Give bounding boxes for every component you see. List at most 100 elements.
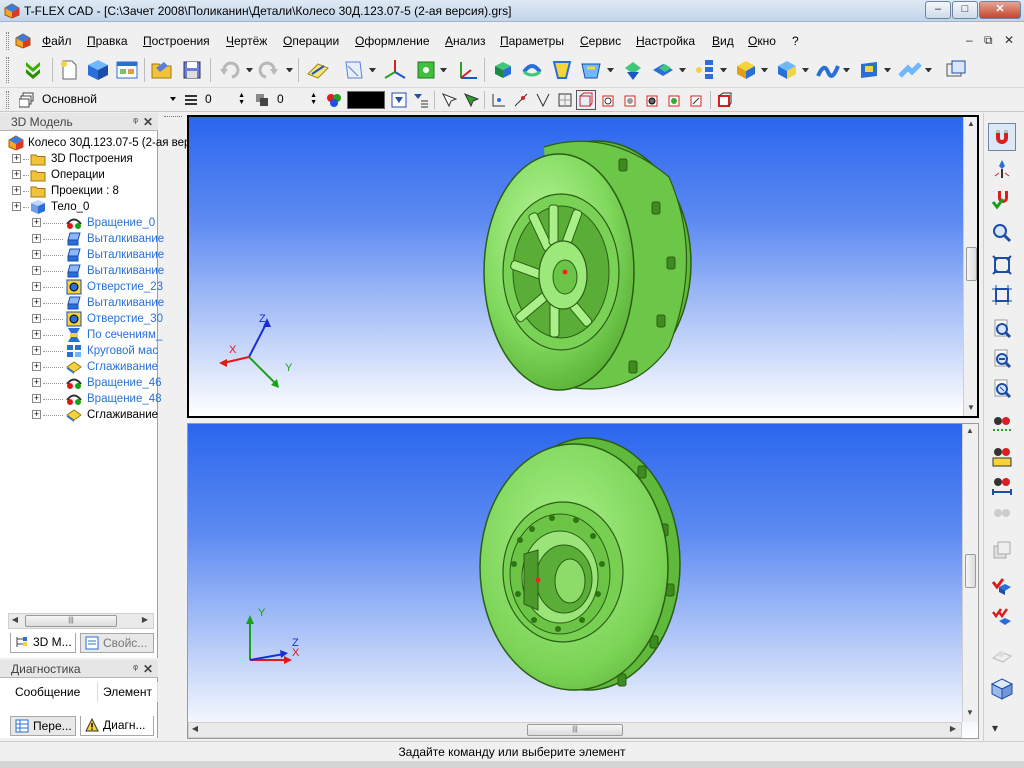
render-icon[interactable] [716,91,734,109]
profile-icon[interactable] [341,57,367,83]
bottom-view-horizontal-scrollbar[interactable]: ◀ ||| ▶ [188,722,962,738]
scroll-thumb[interactable] [966,247,977,281]
magnet-check-icon[interactable] [988,185,1016,213]
coordinate-system-icon[interactable] [454,57,480,83]
tree-item[interactable]: + Вращение_0 [32,215,156,231]
expand-icon[interactable]: + [32,266,41,275]
zoom-all-icon[interactable] [988,281,1016,309]
bottom-view-vertical-scrollbar[interactable]: ▲ ▼ [962,424,978,722]
expand-icon[interactable]: + [12,202,21,211]
tree-item[interactable]: + По сечениям_ [32,327,162,343]
body-op-dropdown-icon[interactable] [761,68,768,72]
shell-icon[interactable] [774,57,800,83]
body-operation-icon[interactable] [733,57,759,83]
assembly-icon[interactable] [943,57,969,83]
splitter-grip[interactable] [164,116,182,120]
expand-icon[interactable]: + [32,346,41,355]
measure-disabled-icon[interactable] [988,501,1016,529]
section-plane-icon[interactable] [988,641,1016,669]
array-icon[interactable] [692,57,718,83]
view-shaded-edges-icon[interactable] [644,91,662,109]
scroll-thumb[interactable] [965,554,976,588]
tab-diagnostics[interactable]: Диагн... [80,716,154,736]
scroll-down-icon[interactable]: ▼ [966,708,974,717]
sheet-metal-icon[interactable] [897,57,923,83]
view-cube-icon[interactable] [988,675,1016,703]
expand-icon[interactable]: + [32,362,41,371]
menu-grip[interactable] [6,32,9,50]
measure-icon[interactable] [988,411,1016,439]
zoom-previous-icon[interactable] [988,375,1016,403]
3d-sketch-icon[interactable] [413,57,439,83]
check-intersections-icon[interactable] [988,603,1016,631]
tree-item[interactable]: + Круговой мас [32,343,158,359]
scroll-up-icon[interactable]: ▲ [966,426,974,435]
close-button[interactable]: ✕ [979,1,1021,19]
view-section-icon[interactable] [688,91,706,109]
3d-viewport-bottom[interactable]: Y Z X ▲ ▼ ◀ ||| ▶ [187,423,979,739]
menu-help[interactable]: ? [792,34,799,48]
tree-item[interactable]: + Вращение_46 [32,375,162,391]
expand-icon[interactable]: + [32,314,41,323]
tab-3d-model[interactable]: 3D М... [10,633,76,653]
scroll-left-icon[interactable]: ◀ [189,724,201,733]
select-filter-icon[interactable] [440,91,458,109]
measure-dimension-icon[interactable] [988,443,1016,471]
scroll-thumb[interactable]: ||| [25,615,117,627]
document-icon[interactable] [15,33,31,49]
menu-edit[interactable]: Правка [87,34,128,48]
expand-icon[interactable]: + [32,410,41,419]
fillet-icon[interactable] [650,57,676,83]
expand-icon[interactable]: + [32,234,41,243]
loft-icon[interactable] [549,57,575,83]
toolbar-grip[interactable] [6,91,9,109]
select-all-icon[interactable] [462,91,480,109]
pin-icon[interactable]: ᵠ [133,660,138,678]
scroll-thumb[interactable]: ||| [527,724,623,736]
thicken-icon[interactable] [856,57,882,83]
profile-dropdown-icon[interactable] [369,68,376,72]
tab-variables[interactable]: Пере... [10,716,76,736]
redo-icon[interactable] [256,57,282,83]
pin-object-icon[interactable] [988,155,1016,183]
level-spinner-icon[interactable]: ▲ ▼ [238,92,245,106]
tree-item[interactable]: + Отверстие_23 [32,279,163,295]
rotation-icon[interactable] [519,57,545,83]
mdi-close-button[interactable]: ✕ [1004,33,1014,47]
column-message[interactable]: Сообщение [10,682,98,702]
magnet-snap-icon[interactable] [988,123,1016,151]
tree-item[interactable]: + Выталкивание [32,263,164,279]
surface-icon[interactable] [815,57,841,83]
tree-item[interactable]: + Выталкивание [32,247,164,263]
open-file-icon[interactable] [149,57,175,83]
snap-vertex-icon[interactable] [490,91,508,109]
array-dropdown-icon[interactable] [720,68,727,72]
copy-view-icon[interactable] [988,537,1016,565]
toolbar-scroll-down-icon[interactable]: ▾ [992,721,998,735]
maximize-button[interactable]: □ [952,1,978,19]
chevron-down-icon[interactable] [170,97,176,101]
view-wireframe-icon[interactable] [576,90,596,110]
scroll-right-icon[interactable]: ▶ [139,615,151,624]
color-swatch[interactable] [347,91,385,109]
tab-properties[interactable]: Свойс... [80,633,154,653]
filter-list-icon[interactable] [412,91,430,109]
measure-distance-icon[interactable] [988,473,1016,501]
menu-formatting[interactable]: Оформление [355,34,430,48]
priority-spinner-icon[interactable]: ▲ ▼ [310,92,317,106]
surface-dropdown-icon[interactable] [843,68,850,72]
3d-viewport-top[interactable]: Z X Y ▲ ▼ [187,115,979,418]
filter-icon[interactable] [390,91,408,109]
snap-grid-icon[interactable] [556,91,574,109]
expand-icon[interactable]: + [12,186,21,195]
menu-construction[interactable]: Построения [143,34,210,48]
layer-combo[interactable]: Основной [38,91,178,109]
expand-icon[interactable]: + [32,298,41,307]
undo-icon[interactable] [216,57,242,83]
sheet-metal-dropdown-icon[interactable] [925,68,932,72]
menu-service[interactable]: Сервис [580,34,621,48]
menu-analysis[interactable]: Анализ [445,34,486,48]
level-field[interactable]: 0 ▲ ▼ [201,91,247,109]
close-panel-icon[interactable]: ✕ [143,660,153,678]
scroll-right-icon[interactable]: ▶ [947,724,959,733]
